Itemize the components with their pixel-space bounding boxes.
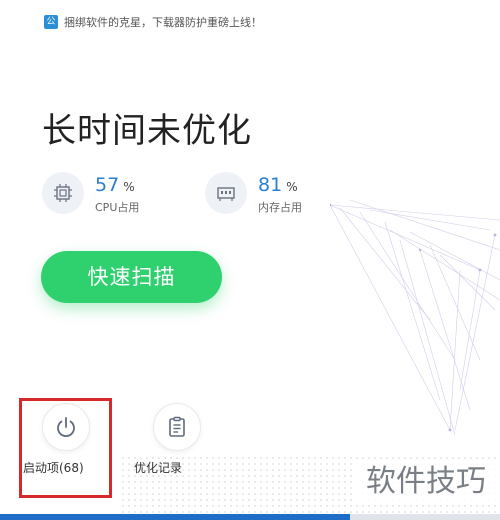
memory-usage-number: 81 <box>258 174 283 196</box>
cpu-usage-unit: % <box>123 180 135 194</box>
cpu-chip-icon <box>42 172 84 214</box>
memory-usage-label: 内存占用 <box>258 201 302 214</box>
cpu-usage-value: 57% <box>95 174 135 196</box>
bottom-progress-strip <box>0 514 500 520</box>
optimization-history-button[interactable]: 优化记录 <box>134 403 214 483</box>
decorative-wireframe <box>330 199 500 436</box>
quick-scan-button[interactable]: 快速扫描 <box>41 251 222 303</box>
memory-icon <box>205 172 247 214</box>
annotation-highlight-box <box>19 398 112 498</box>
cpu-usage-label: CPU占用 <box>95 201 140 214</box>
promo-notice[interactable]: 捆绑软件的克星，下载器防护重磅上线！ <box>64 14 262 30</box>
clipboard-icon <box>153 403 201 451</box>
memory-usage-unit: % <box>286 180 298 194</box>
top-bar: 公 捆绑软件的克星，下载器防护重磅上线！ <box>0 0 500 44</box>
bottom-accent-bar <box>0 514 350 520</box>
status-headline: 长时间未优化 <box>42 111 252 151</box>
cpu-usage-number: 57 <box>95 174 120 196</box>
optimization-history-label: 优化记录 <box>134 461 183 475</box>
memory-usage-value: 81% <box>258 174 298 196</box>
brand-logo: 公 <box>44 15 58 29</box>
watermark-text: 软件技巧 <box>356 460 496 504</box>
